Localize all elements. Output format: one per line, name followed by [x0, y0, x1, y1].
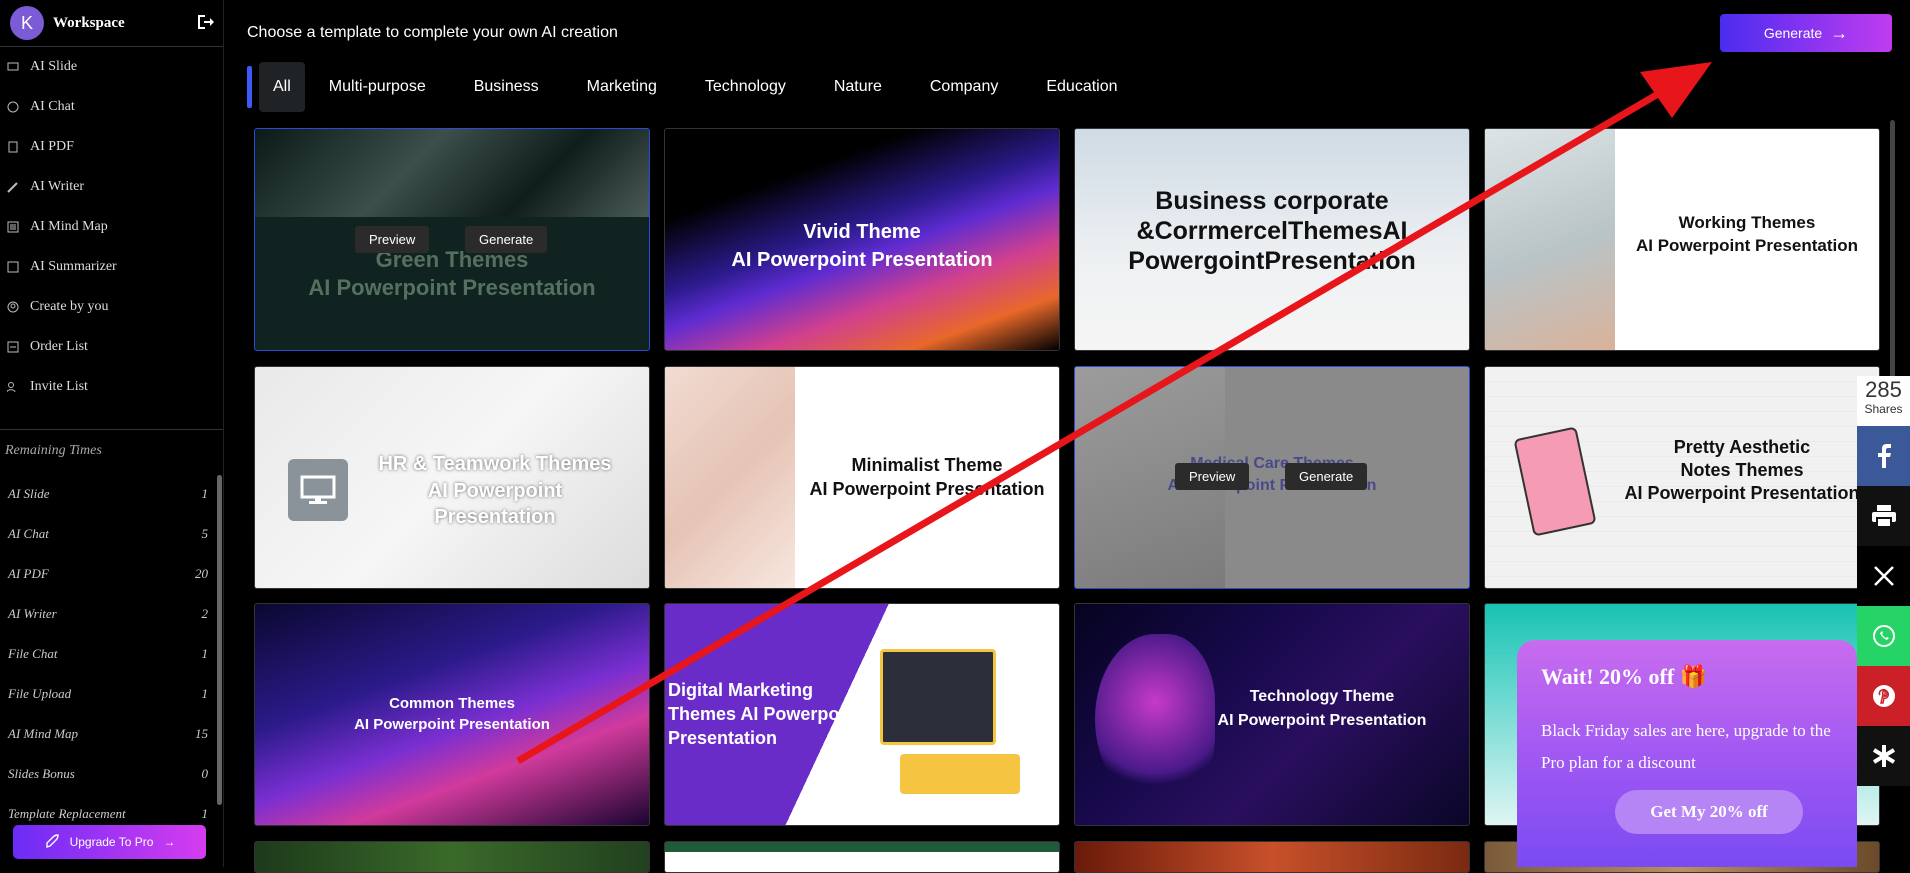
promo-text-line-2: Pro plan for a discount — [1541, 753, 1696, 772]
promo-cta-button[interactable]: Get My 20% off — [1615, 790, 1803, 834]
promo-text-line-1: Black Friday sales are here, upgrade to … — [1541, 721, 1831, 740]
facebook-share-button[interactable] — [1857, 426, 1910, 486]
share-count-value: 285 — [1865, 377, 1902, 402]
print-icon — [1871, 505, 1896, 528]
share-count: 285 Shares — [1857, 376, 1910, 426]
promo-popup: Wait! 20% off 🎁 Black Friday sales are h… — [1517, 640, 1857, 867]
pinterest-share-button[interactable] — [1857, 666, 1910, 726]
promo-text: Black Friday sales are here, upgrade to … — [1541, 715, 1841, 779]
whatsapp-share-button[interactable] — [1857, 606, 1910, 666]
whatsapp-icon — [1872, 625, 1895, 647]
share-bar: 285 Shares — [1857, 376, 1910, 786]
pinterest-icon — [1872, 685, 1895, 707]
share-count-label: Shares — [1864, 402, 1903, 416]
facebook-icon — [1877, 444, 1891, 468]
x-icon — [1873, 566, 1894, 586]
promo-title: Wait! 20% off 🎁 — [1541, 664, 1708, 689]
print-share-button[interactable] — [1857, 486, 1910, 546]
asterisk-icon — [1872, 745, 1895, 767]
more-share-button[interactable] — [1857, 726, 1910, 786]
x-share-button[interactable] — [1857, 546, 1910, 606]
